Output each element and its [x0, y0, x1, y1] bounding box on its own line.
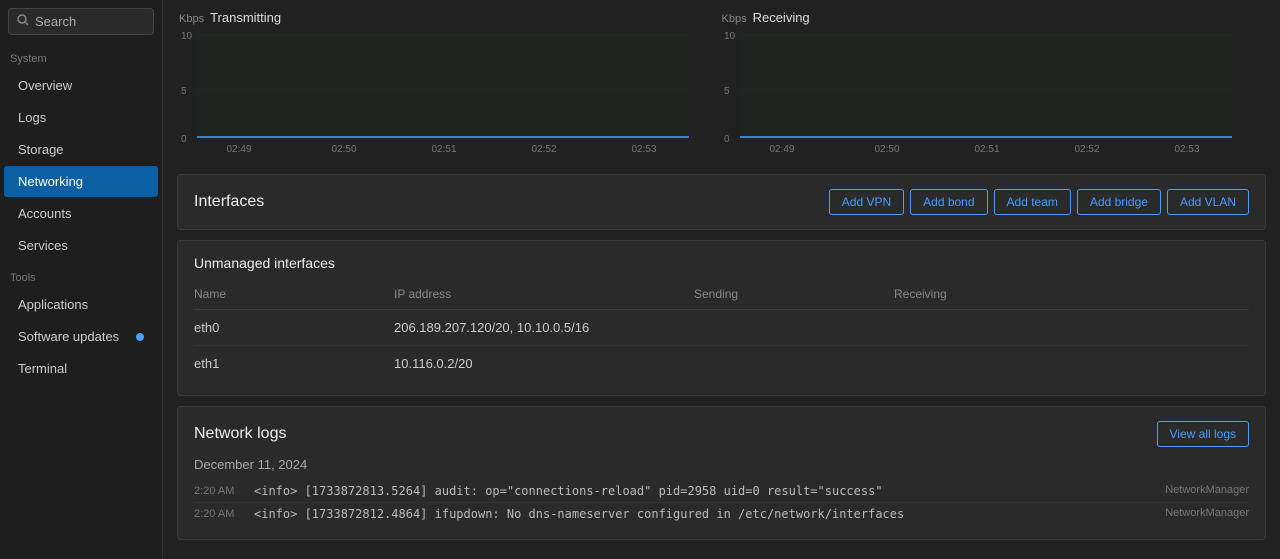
col-receiving: Receiving: [894, 283, 1249, 310]
eth1-ip: 10.116.0.2/20: [394, 346, 694, 382]
search-input[interactable]: Search: [8, 8, 154, 35]
svg-text:10: 10: [181, 31, 193, 42]
logs-date: December 11, 2024: [194, 457, 1249, 472]
eth1-name: eth1: [194, 346, 394, 382]
software-updates-badge: [136, 333, 144, 341]
tools-section: Tools Applications Software updates Term…: [0, 262, 162, 385]
charts-area: Kbps Transmitting 10 5 0: [163, 0, 1280, 160]
svg-text:02:52: 02:52: [1074, 144, 1099, 155]
table-header-row: Name IP address Sending Receiving: [194, 283, 1249, 310]
col-name: Name: [194, 283, 394, 310]
search-icon: [17, 14, 29, 29]
sidebar-item-services[interactable]: Services: [4, 230, 158, 261]
unmanaged-table: Name IP address Sending Receiving eth0 2…: [194, 283, 1249, 381]
transmitting-svg: 10 5 0 02:49 02:50 02:51 02:52: [179, 27, 699, 157]
svg-text:02:50: 02:50: [331, 144, 356, 155]
search-label: Search: [35, 14, 76, 29]
main-content: Kbps Transmitting 10 5 0: [163, 0, 1280, 559]
receiving-svg: 10 5 0 02:49 02:50 02:51 02:52: [722, 27, 1242, 157]
logs-section: Network logs View all logs December 11, …: [177, 406, 1266, 540]
sidebar-item-accounts[interactable]: Accounts: [4, 198, 158, 229]
svg-text:02:53: 02:53: [631, 144, 656, 155]
logs-title: Network logs: [194, 425, 286, 443]
svg-text:02:53: 02:53: [1174, 144, 1199, 155]
receiving-unit: Kbps: [722, 13, 747, 25]
svg-text:02:50: 02:50: [874, 144, 899, 155]
col-sending: Sending: [694, 283, 894, 310]
eth0-receiving: [894, 310, 1249, 346]
eth0-sending: [694, 310, 894, 346]
log-text-1: <info> [1733872813.5264] audit: op="conn…: [254, 484, 1155, 498]
transmitting-title: Transmitting: [210, 10, 281, 25]
transmitting-chart: Kbps Transmitting 10 5 0: [179, 10, 722, 160]
svg-text:0: 0: [724, 134, 730, 145]
transmitting-unit: Kbps: [179, 13, 204, 25]
eth0-ip: 206.189.207.120/20, 10.10.0.5/16: [394, 310, 694, 346]
add-vlan-button[interactable]: Add VLAN: [1167, 189, 1249, 215]
log-source-1: NetworkManager: [1165, 484, 1249, 496]
eth1-sending: [694, 346, 894, 382]
system-section-label: System: [0, 43, 162, 69]
log-time-2: 2:20 AM: [194, 507, 244, 520]
svg-text:02:49: 02:49: [769, 144, 794, 155]
col-ip: IP address: [394, 283, 694, 310]
eth0-name: eth0: [194, 310, 394, 346]
sidebar-item-storage[interactable]: Storage: [4, 134, 158, 165]
svg-text:10: 10: [724, 31, 736, 42]
sidebar: Search System Overview Logs Storage Netw…: [0, 0, 163, 559]
sidebar-item-networking[interactable]: Networking: [4, 166, 158, 197]
unmanaged-table-body: eth0 206.189.207.120/20, 10.10.0.5/16 et…: [194, 310, 1249, 382]
svg-text:02:51: 02:51: [431, 144, 456, 155]
log-entry: 2:20 AM <info> [1733872812.4864] ifupdow…: [194, 503, 1249, 525]
unmanaged-title: Unmanaged interfaces: [194, 255, 1249, 271]
svg-text:5: 5: [724, 86, 730, 97]
svg-text:02:52: 02:52: [531, 144, 556, 155]
svg-text:5: 5: [181, 86, 187, 97]
sidebar-item-overview[interactable]: Overview: [4, 70, 158, 101]
receiving-title: Receiving: [753, 10, 810, 25]
sidebar-item-applications[interactable]: Applications: [4, 289, 158, 320]
log-entry: 2:20 AM <info> [1733872813.5264] audit: …: [194, 480, 1249, 503]
svg-text:0: 0: [181, 134, 187, 145]
add-vpn-button[interactable]: Add VPN: [829, 189, 904, 215]
add-bond-button[interactable]: Add bond: [910, 189, 987, 215]
interfaces-section: Interfaces Add VPN Add bond Add team Add…: [177, 174, 1266, 230]
table-row: eth0 206.189.207.120/20, 10.10.0.5/16: [194, 310, 1249, 346]
add-bridge-button[interactable]: Add bridge: [1077, 189, 1161, 215]
sidebar-item-logs[interactable]: Logs: [4, 102, 158, 133]
svg-text:02:51: 02:51: [974, 144, 999, 155]
eth1-receiving: [894, 346, 1249, 382]
sidebar-item-terminal[interactable]: Terminal: [4, 353, 158, 384]
table-row: eth1 10.116.0.2/20: [194, 346, 1249, 382]
system-section: System Overview Logs Storage Networking …: [0, 43, 162, 262]
add-team-button[interactable]: Add team: [994, 189, 1071, 215]
tools-section-label: Tools: [0, 262, 162, 288]
view-all-logs-button[interactable]: View all logs: [1157, 421, 1249, 447]
log-source-2: NetworkManager: [1165, 507, 1249, 519]
interfaces-title: Interfaces: [194, 193, 264, 211]
sidebar-item-software-updates[interactable]: Software updates: [4, 321, 158, 352]
unmanaged-interfaces-section: Unmanaged interfaces Name IP address Sen…: [177, 240, 1266, 396]
log-time-1: 2:20 AM: [194, 484, 244, 497]
interfaces-btn-group: Add VPN Add bond Add team Add bridge Add…: [829, 189, 1249, 215]
svg-text:02:49: 02:49: [226, 144, 251, 155]
receiving-chart: Kbps Receiving 10 5 0: [722, 10, 1265, 160]
log-text-2: <info> [1733872812.4864] ifupdown: No dn…: [254, 507, 1155, 521]
